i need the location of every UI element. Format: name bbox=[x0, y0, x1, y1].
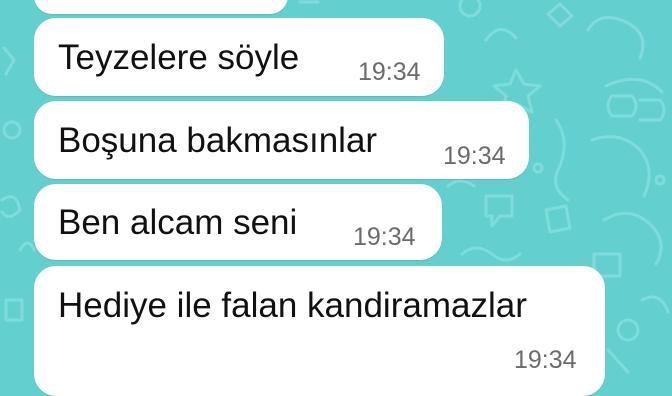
message-text: Teyzelere söyle bbox=[58, 38, 300, 77]
message-bubble[interactable]: Boşuna bakmasınlar 19:34 bbox=[34, 101, 529, 179]
message-bubble[interactable]: Hediye ile falan kandiramazlar 19:34 bbox=[34, 266, 605, 396]
message-text: Boşuna bakmasınlar bbox=[58, 121, 378, 160]
message-text: Ben alcam seni bbox=[58, 203, 298, 242]
message-timestamp: 19:34 bbox=[358, 58, 421, 86]
message-bubble-previous[interactable] bbox=[34, 0, 288, 14]
message-timestamp: 19:34 bbox=[353, 223, 416, 251]
message-bubble[interactable]: Teyzelere söyle 19:34 bbox=[34, 18, 444, 96]
message-timestamp: 19:34 bbox=[514, 346, 577, 374]
message-text: Hediye ile falan kandiramazlar bbox=[58, 286, 527, 325]
message-timestamp: 19:34 bbox=[443, 142, 506, 170]
message-bubble[interactable]: Ben alcam seni 19:34 bbox=[34, 184, 442, 260]
